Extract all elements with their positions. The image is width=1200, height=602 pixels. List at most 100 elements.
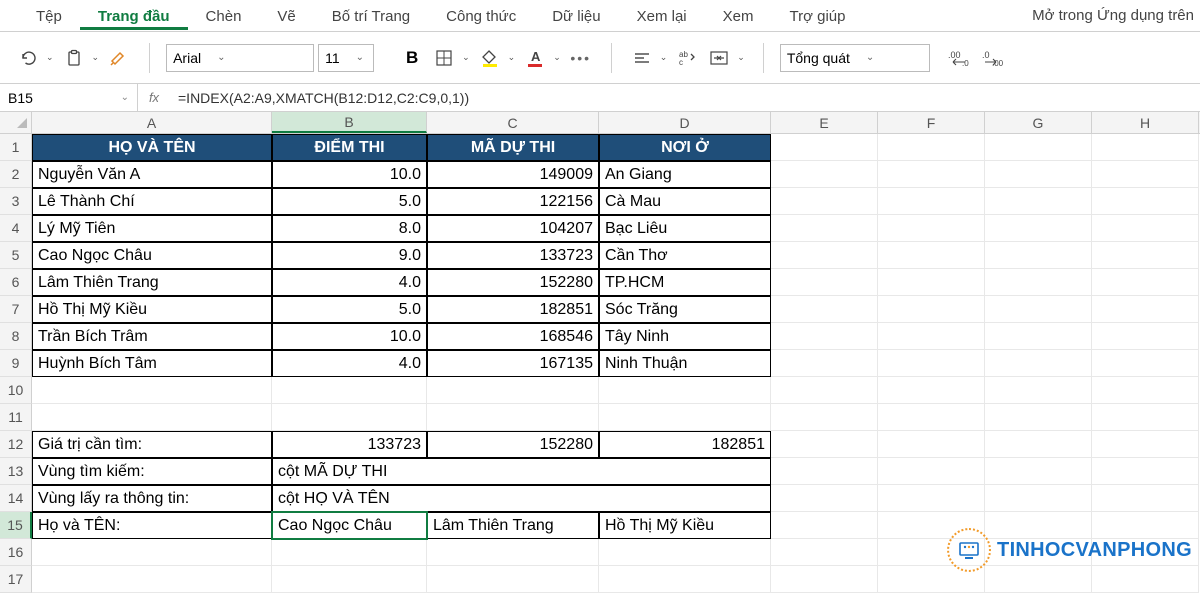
cell[interactable] [985,188,1092,215]
cell[interactable] [272,377,427,404]
undo-dropdown[interactable]: ⌄ [44,50,56,65]
tab-data[interactable]: Dữ liệu [534,2,618,30]
table-cell[interactable]: 5.0 [272,188,427,215]
cell[interactable] [1092,296,1199,323]
font-color-button[interactable]: A [521,44,549,72]
col-header-A[interactable]: A [32,112,272,133]
cell[interactable] [599,404,771,431]
value-cell[interactable]: cột HỌ VÀ TÊN [272,485,771,512]
tab-home[interactable]: Trang đầu [80,2,188,30]
cell[interactable] [1092,431,1199,458]
cell[interactable] [1092,134,1199,161]
more-font-button[interactable]: ••• [567,44,595,72]
cell[interactable] [985,269,1092,296]
value-cell[interactable]: 133723 [272,431,427,458]
col-header-B[interactable]: B [272,112,427,133]
format-painter-button[interactable] [105,44,133,72]
cell[interactable] [427,404,599,431]
cell[interactable] [985,242,1092,269]
cell[interactable] [878,296,985,323]
number-format-select[interactable]: Tổng quát⌄ [780,44,930,72]
active-cell[interactable]: Cao Ngọc Châu [272,512,427,539]
row-header-15[interactable]: 15 [0,512,32,539]
row-header-4[interactable]: 4 [0,215,32,242]
cell[interactable] [878,242,985,269]
table-cell[interactable]: 182851 [427,296,599,323]
table-cell[interactable]: TP.HCM [599,269,771,296]
merge-button[interactable] [705,44,733,72]
table-cell[interactable]: Sóc Trăng [599,296,771,323]
table-header[interactable]: ĐIỂM THI [272,134,427,161]
value-cell[interactable]: Hồ Thị Mỹ Kiều [599,512,771,539]
cell[interactable] [985,134,1092,161]
table-cell[interactable]: 9.0 [272,242,427,269]
cell[interactable] [878,377,985,404]
table-cell[interactable]: Bạc Liêu [599,215,771,242]
table-cell[interactable]: 4.0 [272,350,427,377]
cell[interactable] [427,566,599,593]
value-cell[interactable]: 152280 [427,431,599,458]
cell[interactable] [599,539,771,566]
table-cell[interactable]: 104207 [427,215,599,242]
table-cell[interactable]: 149009 [427,161,599,188]
cell[interactable] [771,188,878,215]
tab-help[interactable]: Trợ giúp [772,2,864,30]
cell[interactable] [771,323,878,350]
cell[interactable] [1092,323,1199,350]
cell[interactable] [771,431,878,458]
select-all-corner[interactable] [0,112,32,133]
tab-formulas[interactable]: Công thức [428,2,534,30]
cell[interactable] [1092,350,1199,377]
cell[interactable] [985,323,1092,350]
paste-dropdown[interactable]: ⌄ [90,50,102,65]
cell[interactable] [32,404,272,431]
table-cell[interactable]: 5.0 [272,296,427,323]
cell[interactable] [771,512,878,539]
cell[interactable] [985,215,1092,242]
cell[interactable] [1092,215,1199,242]
cell[interactable] [878,404,985,431]
col-header-C[interactable]: C [427,112,599,133]
font-size-select[interactable]: 11⌄ [318,44,374,72]
cell[interactable] [427,377,599,404]
table-cell[interactable]: Ninh Thuận [599,350,771,377]
cell[interactable] [599,377,771,404]
cell[interactable] [771,161,878,188]
col-header-E[interactable]: E [771,112,878,133]
table-cell[interactable]: Lâm Thiên Trang [32,269,272,296]
merge-dropdown[interactable]: ⌄ [735,50,747,65]
cell[interactable] [771,134,878,161]
cell[interactable] [878,134,985,161]
cell[interactable] [985,377,1092,404]
cell[interactable] [32,539,272,566]
cell[interactable] [771,269,878,296]
cell[interactable] [878,188,985,215]
row-header-11[interactable]: 11 [0,404,32,431]
col-header-D[interactable]: D [599,112,771,133]
cell[interactable] [878,350,985,377]
table-cell[interactable]: 133723 [427,242,599,269]
row-header-12[interactable]: 12 [0,431,32,458]
col-header-F[interactable]: F [878,112,985,133]
table-cell[interactable]: Cà Mau [599,188,771,215]
table-cell[interactable]: 10.0 [272,161,427,188]
cell[interactable] [771,485,878,512]
value-cell[interactable]: cột MÃ DỰ THI [272,458,771,485]
open-in-app-label[interactable]: Mở trong Ứng dụng trên [1032,7,1200,24]
table-cell[interactable]: Cần Thơ [599,242,771,269]
tab-insert[interactable]: Chèn [188,2,260,30]
table-cell[interactable]: Tây Ninh [599,323,771,350]
undo-button[interactable] [14,44,42,72]
row-header-17[interactable]: 17 [0,566,32,593]
table-cell[interactable]: 8.0 [272,215,427,242]
fx-icon[interactable]: fx [138,90,170,105]
tab-view[interactable]: Xem [705,2,772,30]
cell[interactable] [1092,161,1199,188]
increase-decimal-button[interactable]: .00.0 [946,44,974,72]
cell[interactable] [771,404,878,431]
table-cell[interactable]: Hồ Thị Mỹ Kiều [32,296,272,323]
cell[interactable] [985,161,1092,188]
cell[interactable] [272,566,427,593]
align-dropdown[interactable]: ⌄ [658,50,670,65]
cell[interactable] [771,215,878,242]
